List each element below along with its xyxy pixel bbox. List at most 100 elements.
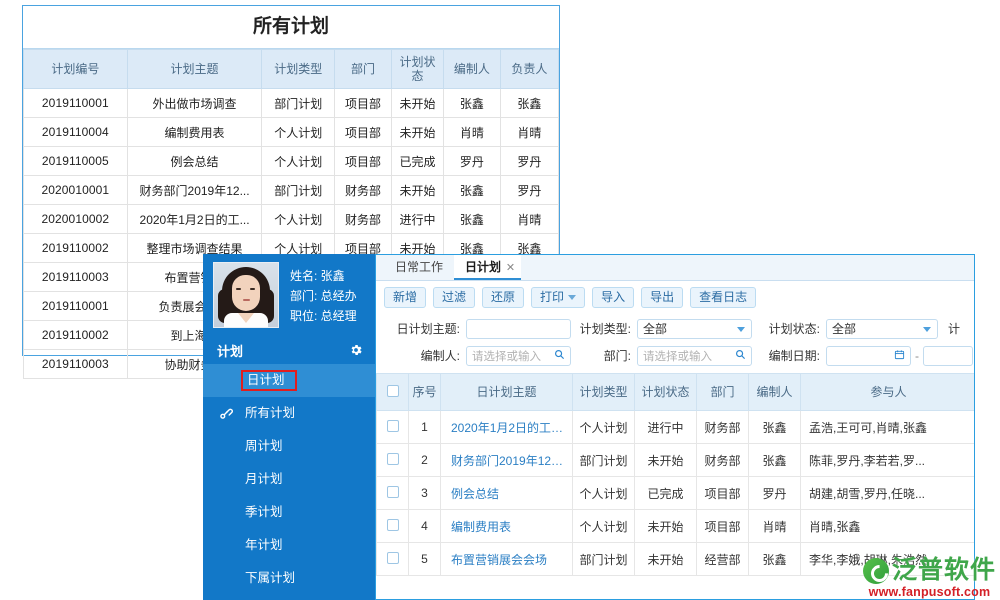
table-row[interactable]: 2财务部门2019年12月的...部门计划未开始财务部张鑫陈菲,罗丹,李若若,罗… (377, 444, 976, 477)
plan-section-header: 计划 (203, 336, 375, 364)
table-row[interactable]: 2019110005例会总结个人计划项目部已完成罗丹罗丹 (24, 147, 559, 176)
grid-cell-participants: 陈菲,罗丹,李若若,罗... (801, 444, 976, 477)
checkbox-icon[interactable] (387, 552, 399, 564)
checkbox-icon[interactable] (387, 385, 399, 397)
row-checkbox[interactable] (377, 444, 409, 477)
row-checkbox[interactable] (377, 510, 409, 543)
all-plans-col-header: 负责人 (500, 50, 558, 89)
grid-cell-subject[interactable]: 布置营销展会会场 (441, 543, 573, 576)
grid-cell-dept: 财务部 (697, 411, 749, 444)
toolbar-button-7[interactable]: 查看日志 (690, 287, 756, 308)
plan-type-select[interactable]: 全部 (637, 319, 752, 339)
grid-cell-seq: 2 (409, 444, 441, 477)
all-plans-col-header: 部门 (335, 50, 392, 89)
all-plans-cell-owner: 肖晴 (500, 205, 558, 234)
sidebar-item-1[interactable]: 日计划 (203, 364, 375, 397)
table-row[interactable]: 3例会总结个人计划已完成项目部罗丹胡建,胡雪,罗丹,任晓... (377, 477, 976, 510)
sidebar-item-label: 周计划 (241, 438, 287, 455)
plan-menu: 日计划所有计划周计划月计划季计划年计划下属计划 (203, 364, 375, 595)
row-checkbox[interactable] (377, 477, 409, 510)
all-plans-cell-status: 未开始 (392, 89, 444, 118)
grid-cell-subject[interactable]: 财务部门2019年12月的... (441, 444, 573, 477)
checkbox-icon[interactable] (387, 486, 399, 498)
daily-plan-grid: 序号日计划主题计划类型计划状态部门编制人参与人 12020年1月2日的工作日..… (376, 373, 975, 576)
sidebar-item-3[interactable]: 周计划 (203, 430, 375, 463)
grid-cell-seq: 3 (409, 477, 441, 510)
all-plans-cell-creator: 张鑫 (443, 205, 500, 234)
sidebar-item-4[interactable]: 月计划 (203, 463, 375, 496)
plan-status-select[interactable]: 全部 (826, 319, 938, 339)
document-icon (219, 373, 232, 388)
grid-cell-subject[interactable]: 2020年1月2日的工作日... (441, 411, 573, 444)
sidebar-item-7[interactable]: 下属计划 (203, 562, 375, 595)
all-plans-cell-dept: 项目部 (335, 89, 392, 118)
grid-cell-status: 进行中 (635, 411, 697, 444)
checkbox-icon[interactable] (387, 519, 399, 531)
checkbox-icon[interactable] (387, 453, 399, 465)
tab-1[interactable]: 日常工作 (384, 255, 454, 280)
creator-search-input[interactable]: 请选择或输入 (466, 346, 571, 366)
all-plans-cell-subject: 例会总结 (127, 147, 262, 176)
grid-cell-seq: 4 (409, 510, 441, 543)
search-icon[interactable] (554, 349, 565, 363)
filter-area: 日计划主题: 计划类型: 全部 计划状态: 全部 计 编制人: 请选择或输入 (376, 313, 974, 373)
toolbar-button-4[interactable]: 打印 (531, 287, 585, 308)
table-row[interactable]: 2019110001外出做市场调查部门计划项目部未开始张鑫张鑫 (24, 89, 559, 118)
filter-label-subject: 日计划主题: (386, 320, 460, 337)
toolbar-button-label: 导入 (601, 290, 625, 304)
chevron-down-icon (737, 327, 745, 332)
filter-label-create-date: 编制日期: (760, 347, 820, 364)
row-checkbox[interactable] (377, 411, 409, 444)
all-plans-cell-creator: 肖晴 (443, 118, 500, 147)
grid-cell-type: 个人计划 (573, 477, 635, 510)
department-search-input[interactable]: 请选择或输入 (637, 346, 752, 366)
grid-cell-seq: 1 (409, 411, 441, 444)
toolbar-button-6[interactable]: 导出 (641, 287, 683, 308)
table-row[interactable]: 12020年1月2日的工作日...个人计划进行中财务部张鑫孟浩,王可可,肖晴,张… (377, 411, 976, 444)
calendar-icon[interactable] (894, 349, 905, 363)
create-date-to-input[interactable] (923, 346, 973, 366)
grid-cell-subject[interactable]: 编制费用表 (441, 510, 573, 543)
create-date-from-input[interactable] (826, 346, 911, 366)
sidebar-item-2[interactable]: 所有计划 (203, 397, 375, 430)
table-row[interactable]: 2019110004编制费用表个人计划项目部未开始肖晴肖晴 (24, 118, 559, 147)
search-icon[interactable] (735, 349, 746, 363)
toolbar-button-3[interactable]: 还原 (482, 287, 524, 308)
plan-section-title: 计划 (217, 341, 243, 360)
grid-cell-type: 部门计划 (573, 543, 635, 576)
toolbar-button-2[interactable]: 过滤 (433, 287, 475, 308)
table-row[interactable]: 4编制费用表个人计划未开始项目部肖晴肖晴,张鑫 (377, 510, 976, 543)
filter-row-2: 编制人: 请选择或输入 部门: 请选择或输入 编制日期: (376, 342, 974, 369)
checkbox-icon[interactable] (387, 420, 399, 432)
grid-cell-creator: 肖晴 (749, 510, 801, 543)
row-checkbox[interactable] (377, 543, 409, 576)
table-row[interactable]: 5布置营销展会会场部门计划未开始经营部张鑫李华,李娥,胡琳,朱浩然 (377, 543, 976, 576)
all-plans-cell-owner: 罗丹 (500, 176, 558, 205)
daily-plan-application-panel: 日常工作日计划✕ 新增过滤还原打印 导入 导出查看日志 日计划主题: 计划类型: 全… (375, 254, 975, 600)
all-plans-header-row: 计划编号计划主题计划类型部门计划状态编制人负责人 (24, 50, 559, 89)
plan-type-value: 全部 (643, 320, 667, 337)
grid-cell-subject[interactable]: 例会总结 (441, 477, 573, 510)
grid-cell-creator: 张鑫 (749, 543, 801, 576)
sidebar-item-label: 下属计划 (241, 570, 299, 587)
filter-label-department: 部门: (571, 347, 631, 364)
grid-cell-participants: 胡建,胡雪,罗丹,任晓... (801, 477, 976, 510)
sidebar-item-6[interactable]: 年计划 (203, 529, 375, 562)
all-plans-cell-owner: 张鑫 (500, 89, 558, 118)
all-plans-col-header: 计划状态 (392, 50, 444, 89)
sidebar-item-5[interactable]: 季计划 (203, 496, 375, 529)
grid-cell-status: 已完成 (635, 477, 697, 510)
toolbar-button-1[interactable]: 新增 (384, 287, 426, 308)
tab-label: 日常工作 (395, 260, 443, 274)
subject-input[interactable] (466, 319, 571, 339)
gear-icon[interactable] (349, 343, 363, 357)
grid-col-header: 日计划主题 (441, 374, 573, 411)
profile-name: 姓名: 张鑫 (290, 266, 357, 286)
toolbar-button-5[interactable]: 导入 (592, 287, 634, 308)
tab-2[interactable]: 日计划✕ (454, 255, 521, 280)
table-row[interactable]: 2020010001财务部门2019年12...部门计划财务部未开始张鑫罗丹 (24, 176, 559, 205)
select-all-checkbox[interactable] (377, 374, 409, 411)
table-row[interactable]: 20200100022020年1月2日的工...个人计划财务部进行中张鑫肖晴 (24, 205, 559, 234)
close-icon[interactable]: ✕ (506, 256, 515, 281)
sidebar-item-label: 年计划 (241, 537, 287, 554)
